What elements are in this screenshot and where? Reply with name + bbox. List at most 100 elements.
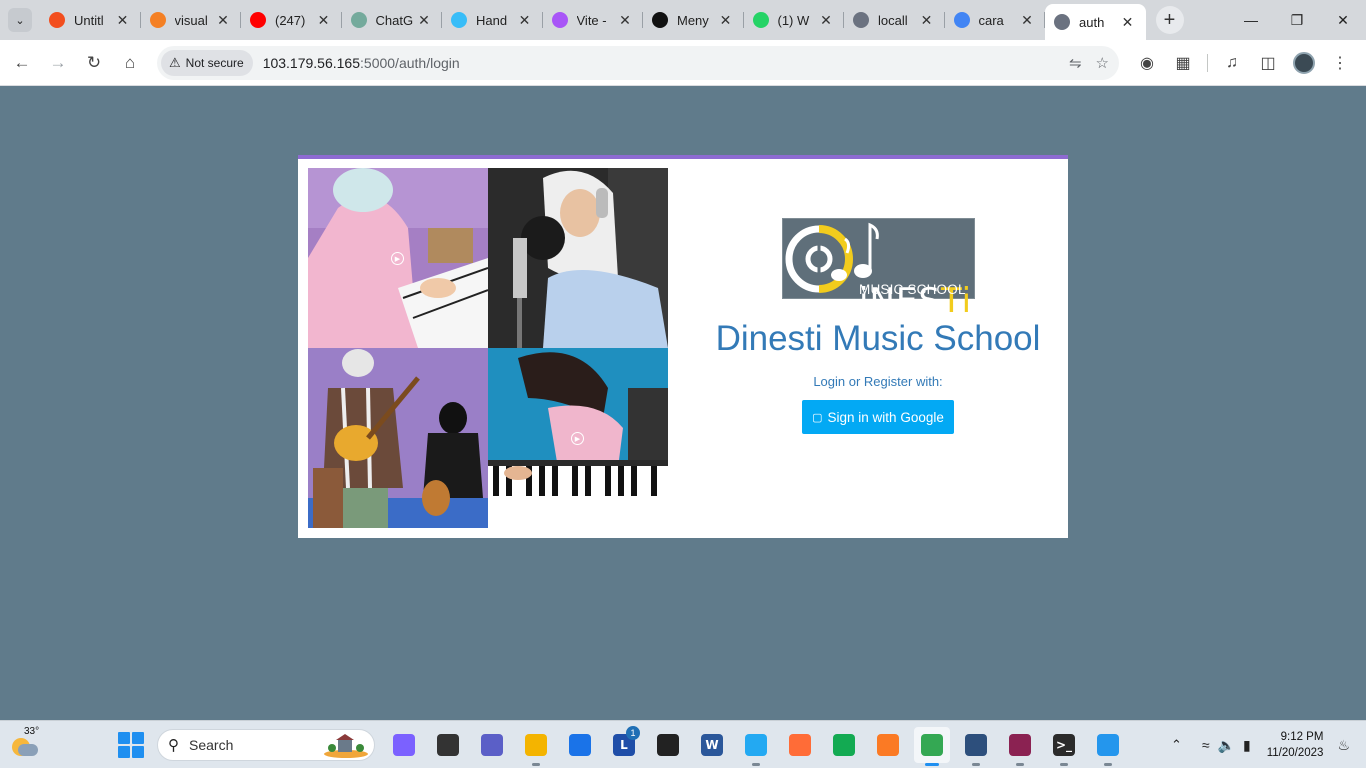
quick-settings[interactable]: ≈ 🔈 ▮ [1202,737,1251,754]
show-hidden-icons-button[interactable]: ⌃ [1171,737,1182,753]
taskbar-app-postman[interactable] [782,727,818,763]
tab-0[interactable]: Untitl ✕ [40,0,141,40]
vscode-icon [745,734,767,756]
media-control-icon[interactable]: ♫ [1214,45,1250,81]
docker-icon [1097,734,1119,756]
taskbar-app-xampp[interactable] [870,727,906,763]
menu-kebab-icon[interactable]: ⋮ [1322,45,1358,81]
running-indicator [532,763,540,766]
address-bar[interactable]: ⚠ Not secure 103.179.56.165:5000/auth/lo… [157,46,1119,80]
close-tab-icon[interactable]: ✕ [115,12,131,29]
taskbar-app-mongodb-compass[interactable] [826,727,862,763]
winrar-icon [1009,734,1031,756]
taskbar-search[interactable]: ⚲ Search [157,729,375,761]
taskbar-app-microsoft-store[interactable] [562,727,598,763]
extensions-icon[interactable]: ▦ [1165,45,1201,81]
tab-9[interactable]: cara ✕ [945,0,1046,40]
close-tab-icon[interactable]: ✕ [818,12,834,29]
taskbar-apps: L 1 W >_ [386,726,1126,766]
cloud-icon [18,744,38,756]
new-tab-button[interactable]: + [1155,6,1184,34]
taskbar-app-winrar[interactable] [1002,727,1038,766]
windows-taskbar: 33° ⚲ Search L 1 W >_ ⌃ ≈ 🔈 ▮ 9:12 PM 11/20… [0,720,1366,768]
tab-5[interactable]: Vite - ✕ [543,0,644,40]
tab-list: Untitl ✕ visual ✕ (247) ✕ ChatG ✕ Hand ✕ Vite - ✕ Me… [40,0,1146,40]
tab-8[interactable]: locall ✕ [844,0,945,40]
reload-button[interactable]: ↻ [76,45,112,81]
start-button[interactable] [118,732,144,758]
close-tab-icon[interactable]: ✕ [617,12,633,29]
google-sign-in-button[interactable]: ▢ Sign in with Google [802,400,954,434]
url-text[interactable]: 103.179.56.165:5000/auth/login [263,55,460,71]
search-icon: ⚲ [168,737,179,754]
tab-1[interactable]: visual ✕ [141,0,242,40]
photo-singer[interactable] [488,168,668,348]
photo-guitar-lesson[interactable] [308,348,488,528]
taskbar-app-sticky-notes[interactable] [650,727,686,763]
security-chip[interactable]: ⚠ Not secure [161,50,253,76]
taskbar-app-word[interactable]: W [694,727,730,763]
warning-icon: ⚠ [169,55,181,70]
back-button[interactable]: ← [4,45,40,81]
bookmark-star-icon[interactable]: ☆ [1096,54,1109,72]
notification-badge: 1 [626,726,640,740]
taskbar-app-chrome[interactable] [914,727,950,766]
volume-icon: 🔈 [1217,736,1236,753]
toolbar-divider [1207,54,1208,72]
google-icon [953,12,970,28]
browser-toolbar: ← → ↻ ⌂ ⚠ Not secure 103.179.56.165:5000… [0,40,1366,86]
close-tab-icon[interactable]: ✕ [1120,14,1136,31]
photo-collage: ▶ ▶ [308,168,668,528]
clock[interactable]: 9:12 PM 11/20/2023 [1267,729,1324,761]
forward-button[interactable]: → [40,45,76,81]
close-tab-icon[interactable]: ✕ [1019,12,1035,29]
google-icon: ▢ [812,411,823,424]
running-indicator [1060,763,1068,766]
close-window-button[interactable]: ✕ [1320,0,1366,40]
word-icon: W [701,734,723,756]
page-title: Dinesti Music School [715,319,1041,358]
mysql-workbench-icon [965,734,987,756]
tab-4[interactable]: Hand ✕ [442,0,543,40]
tab-7[interactable]: (1) W ✕ [744,0,845,40]
taskbar-app-docker[interactable] [1090,727,1126,766]
close-tab-icon[interactable]: ✕ [718,12,734,29]
close-tab-icon[interactable]: ✕ [919,12,935,29]
taskbar-app-teams-meet[interactable] [474,727,510,763]
logo-subtitle: MUSIC SCHOOL [859,282,966,297]
tab-title: visual [174,12,208,28]
security-label: Not secure [185,56,244,70]
camera-icon[interactable]: ◉ [1129,45,1165,81]
taskbar-app-copilot[interactable] [386,727,422,763]
taskbar-app-task-view[interactable] [430,727,466,763]
home-button[interactable]: ⌂ [112,45,148,81]
tab-6[interactable]: Meny ✕ [643,0,744,40]
tab-10[interactable]: auth ✕ [1045,4,1146,40]
taskbar-app-mysql-workbench[interactable] [958,727,994,766]
weather-widget[interactable]: 33° [8,726,42,762]
translate-icon[interactable]: ⇋ [1069,54,1082,72]
photo-piano-student[interactable]: ▶ [308,168,488,348]
clock-date: 11/20/2023 [1266,747,1324,759]
tab-2[interactable]: (247) ✕ [241,0,342,40]
close-tab-icon[interactable]: ✕ [517,12,533,29]
taskbar-app-vscode[interactable] [738,727,774,766]
notification-bell-icon[interactable]: ♨ [1337,737,1350,754]
whatsapp-icon [752,12,769,28]
search-highlight-art [324,734,368,758]
photo-keyboard-student[interactable]: ▶ [488,348,668,528]
profile-button[interactable] [1286,45,1322,81]
figma-icon [49,12,65,28]
taskbar-app-file-explorer[interactable] [518,727,554,766]
close-tab-icon[interactable]: ✕ [316,12,332,29]
tab-3[interactable]: ChatG ✕ [342,0,443,40]
taskbar-app-terminal[interactable]: >_ [1046,727,1082,766]
minimize-button[interactable]: — [1228,0,1274,40]
close-tab-icon[interactable]: ✕ [416,12,432,29]
restore-button[interactable]: ❐ [1274,0,1320,40]
close-tab-icon[interactable]: ✕ [215,12,231,29]
taskbar-app-l-app[interactable]: L1 [606,726,642,763]
tab-search-button[interactable]: ⌄ [8,8,32,32]
tab-title: ChatG [375,12,414,28]
side-panel-icon[interactable]: ◫ [1250,45,1286,81]
